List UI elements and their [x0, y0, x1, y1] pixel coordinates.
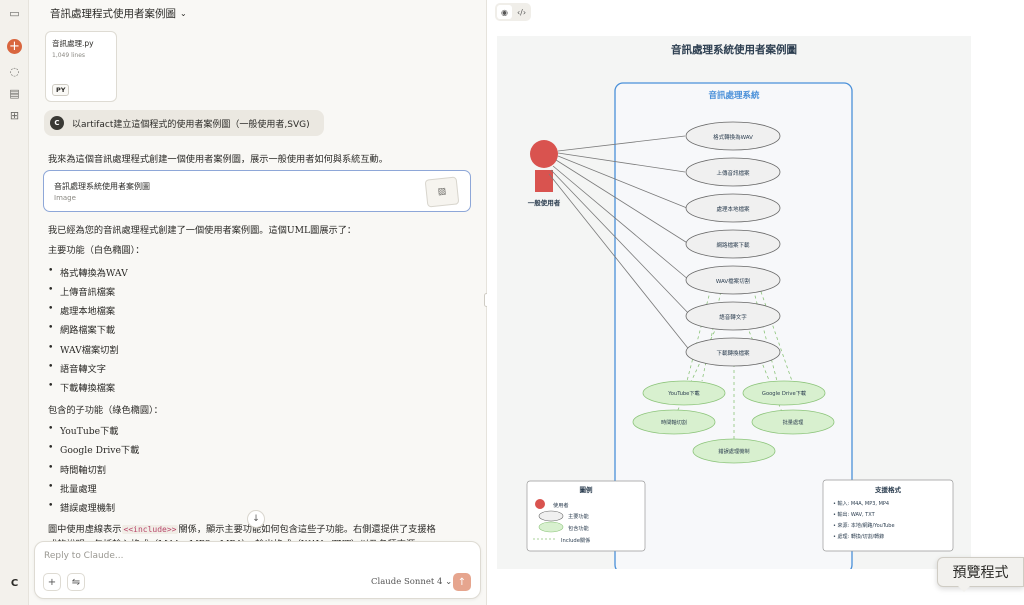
- actor-head: [530, 140, 558, 168]
- artifact-title: 音訊處理系統使用者案例圖: [54, 182, 150, 191]
- attach-button[interactable]: +: [43, 573, 61, 591]
- arrow-down-icon: ↓: [252, 514, 260, 524]
- file-lines: 1,049 lines: [52, 52, 86, 59]
- formats-item: • 來源: 本地/網路/YouTube: [833, 522, 895, 529]
- legend-actor: 使用者: [553, 501, 569, 509]
- actor-body: [535, 170, 553, 192]
- sub-case-label: YouTube下載: [667, 389, 699, 397]
- preview-tab[interactable]: ◉: [497, 5, 512, 19]
- sidebar-toggle-icon[interactable]: ▭: [7, 6, 22, 21]
- reply-input[interactable]: Reply to Claude...: [44, 551, 124, 561]
- new-chat-icon[interactable]: +: [7, 39, 22, 54]
- sliders-icon: ⇋: [71, 576, 81, 588]
- chat-title[interactable]: 音訊處理程式使用者案例圖 ⌄: [50, 6, 187, 21]
- artifact-type: Image: [54, 194, 76, 202]
- code-tab[interactable]: ‹/›: [514, 5, 529, 19]
- include-code: <<include>>: [121, 525, 179, 534]
- use-case-label: 上傳音訊檔案: [716, 169, 750, 177]
- projects-icon[interactable]: ▤: [7, 86, 22, 101]
- use-case-label: 語音轉文字: [719, 313, 747, 321]
- tools-button[interactable]: ⇋: [67, 573, 85, 591]
- chevron-down-icon: ⌄: [180, 9, 187, 18]
- formats-box: 支援格式 • 輸入: M4A, MP3, MP4 • 輸出: WAV, TXT …: [822, 479, 954, 552]
- app-window: ▭ + ◌ ▤ ⊞ C 音訊處理程式使用者案例圖 ⌄ 音訊處理.py 1,049…: [0, 0, 1024, 605]
- user-avatar[interactable]: C: [7, 576, 22, 591]
- formats-item: • 輸出: WAV, TXT: [833, 511, 876, 518]
- attached-file-card[interactable]: 音訊處理.py 1,049 lines PY: [45, 31, 117, 102]
- legend-include: Include關係: [561, 536, 590, 544]
- sub-case-label: 批量處理: [783, 418, 805, 426]
- use-case-label: 網路檔案下載: [716, 241, 750, 249]
- sub-case-label: Google Drive下載: [762, 389, 806, 397]
- composer: Reply to Claude... + ⇋ Claude Sonnet 4 ⌄…: [34, 541, 481, 599]
- legend-title: 圖例: [580, 485, 594, 494]
- formats-item: • 輸入: M4A, MP3, MP4: [833, 500, 889, 507]
- use-case-diagram: 音訊處理系統使用者案例圖 音訊處理系統 一般使用者 格式轉換為WAV 上傳音訊檔…: [497, 36, 971, 574]
- artifact-card[interactable]: 音訊處理系統使用者案例圖 Image ▨: [43, 170, 471, 212]
- user-message-text: 以artifact建立這個程式的使用者案例圖（一般使用者,SVG): [72, 119, 310, 130]
- chat-title-text: 音訊處理程式使用者案例圖: [50, 8, 176, 20]
- image-icon: ▨: [424, 176, 460, 208]
- use-case-label: WAV檔案切割: [716, 277, 751, 285]
- legend-main: 主要功能: [568, 512, 589, 520]
- chats-icon[interactable]: ◌: [7, 64, 22, 79]
- model-selector[interactable]: Claude Sonnet 4 ⌄: [371, 577, 452, 587]
- arrow-up-icon: ↑: [457, 576, 467, 588]
- file-type-badge: PY: [52, 84, 70, 96]
- chat-panel: 音訊處理程式使用者案例圖 ⌄ 音訊處理.py 1,049 lines PY C …: [29, 0, 486, 605]
- assistant-intro: 我來為這個音訊處理程式創建一個使用者案例圖，展示一般使用者如何與系統互動。: [48, 154, 388, 165]
- formats-title: 支援格式: [874, 485, 902, 494]
- user-message: C 以artifact建立這個程式的使用者案例圖（一般使用者,SVG): [44, 110, 324, 136]
- footer-paragraph: 圖中使用虛線表示 <<include>> 關係，顯示主要功能如何包含這些子功能。右側…: [48, 521, 436, 535]
- code-icon: ‹/›: [516, 7, 527, 17]
- footer-pre: 圖中使用虛線表示: [48, 524, 122, 535]
- eye-icon: ◉: [501, 7, 508, 17]
- legend-sub: 包含功能: [568, 524, 589, 532]
- legend: 圖例 使用者 主要功能 包含功能 Include關係: [526, 480, 646, 552]
- view-toggle: ◉ ‹/›: [495, 3, 531, 21]
- preview-tooltip: 預覽程式: [937, 557, 1024, 592]
- send-button[interactable]: ↑: [453, 573, 471, 591]
- plus-icon: +: [47, 576, 57, 588]
- diagram-svg: 音訊處理系統使用者案例圖 音訊處理系統 一般使用者 格式轉換為WAV 上傳音訊檔…: [526, 43, 954, 574]
- assistant-summary: 我已經為您的音訊處理程式創建了一個使用者案例圖。這個UML圖展示了：: [48, 225, 357, 236]
- actor-label: 一般使用者: [528, 198, 561, 207]
- formats-item: • 處理: 轉換/切割/轉錄: [833, 533, 884, 540]
- main-features-heading: 主要功能（白色橢圓）：: [48, 245, 145, 256]
- use-case-label: 格式轉換為WAV: [713, 133, 753, 141]
- use-case-label: 下載轉換檔案: [716, 349, 750, 357]
- sub-case-label: 時間軸切割: [661, 418, 687, 426]
- footer-post: 關係，顯示主要功能如何包含這些子功能。右側還提供了支援格: [178, 524, 436, 535]
- file-name: 音訊處理.py: [52, 39, 94, 48]
- system-label: 音訊處理系統: [708, 90, 760, 101]
- scroll-down-button[interactable]: ↓: [247, 510, 265, 528]
- artifact-pane: ◉ ‹/› 音訊處理系統使用者案例圖 音訊處理系統 一般使用者 格式轉換為WAV…: [487, 0, 1024, 605]
- artifacts-icon[interactable]: ⊞: [7, 108, 22, 123]
- diagram-title: 音訊處理系統使用者案例圖: [671, 43, 797, 56]
- user-message-avatar: C: [50, 116, 64, 130]
- left-rail: ▭ + ◌ ▤ ⊞ C: [0, 0, 29, 605]
- sub-case-label: 錯誤處理機制: [718, 447, 749, 455]
- use-case-label: 處理本地檔案: [716, 205, 750, 213]
- sub-features-heading: 包含的子功能（綠色橢圓）：: [48, 405, 163, 416]
